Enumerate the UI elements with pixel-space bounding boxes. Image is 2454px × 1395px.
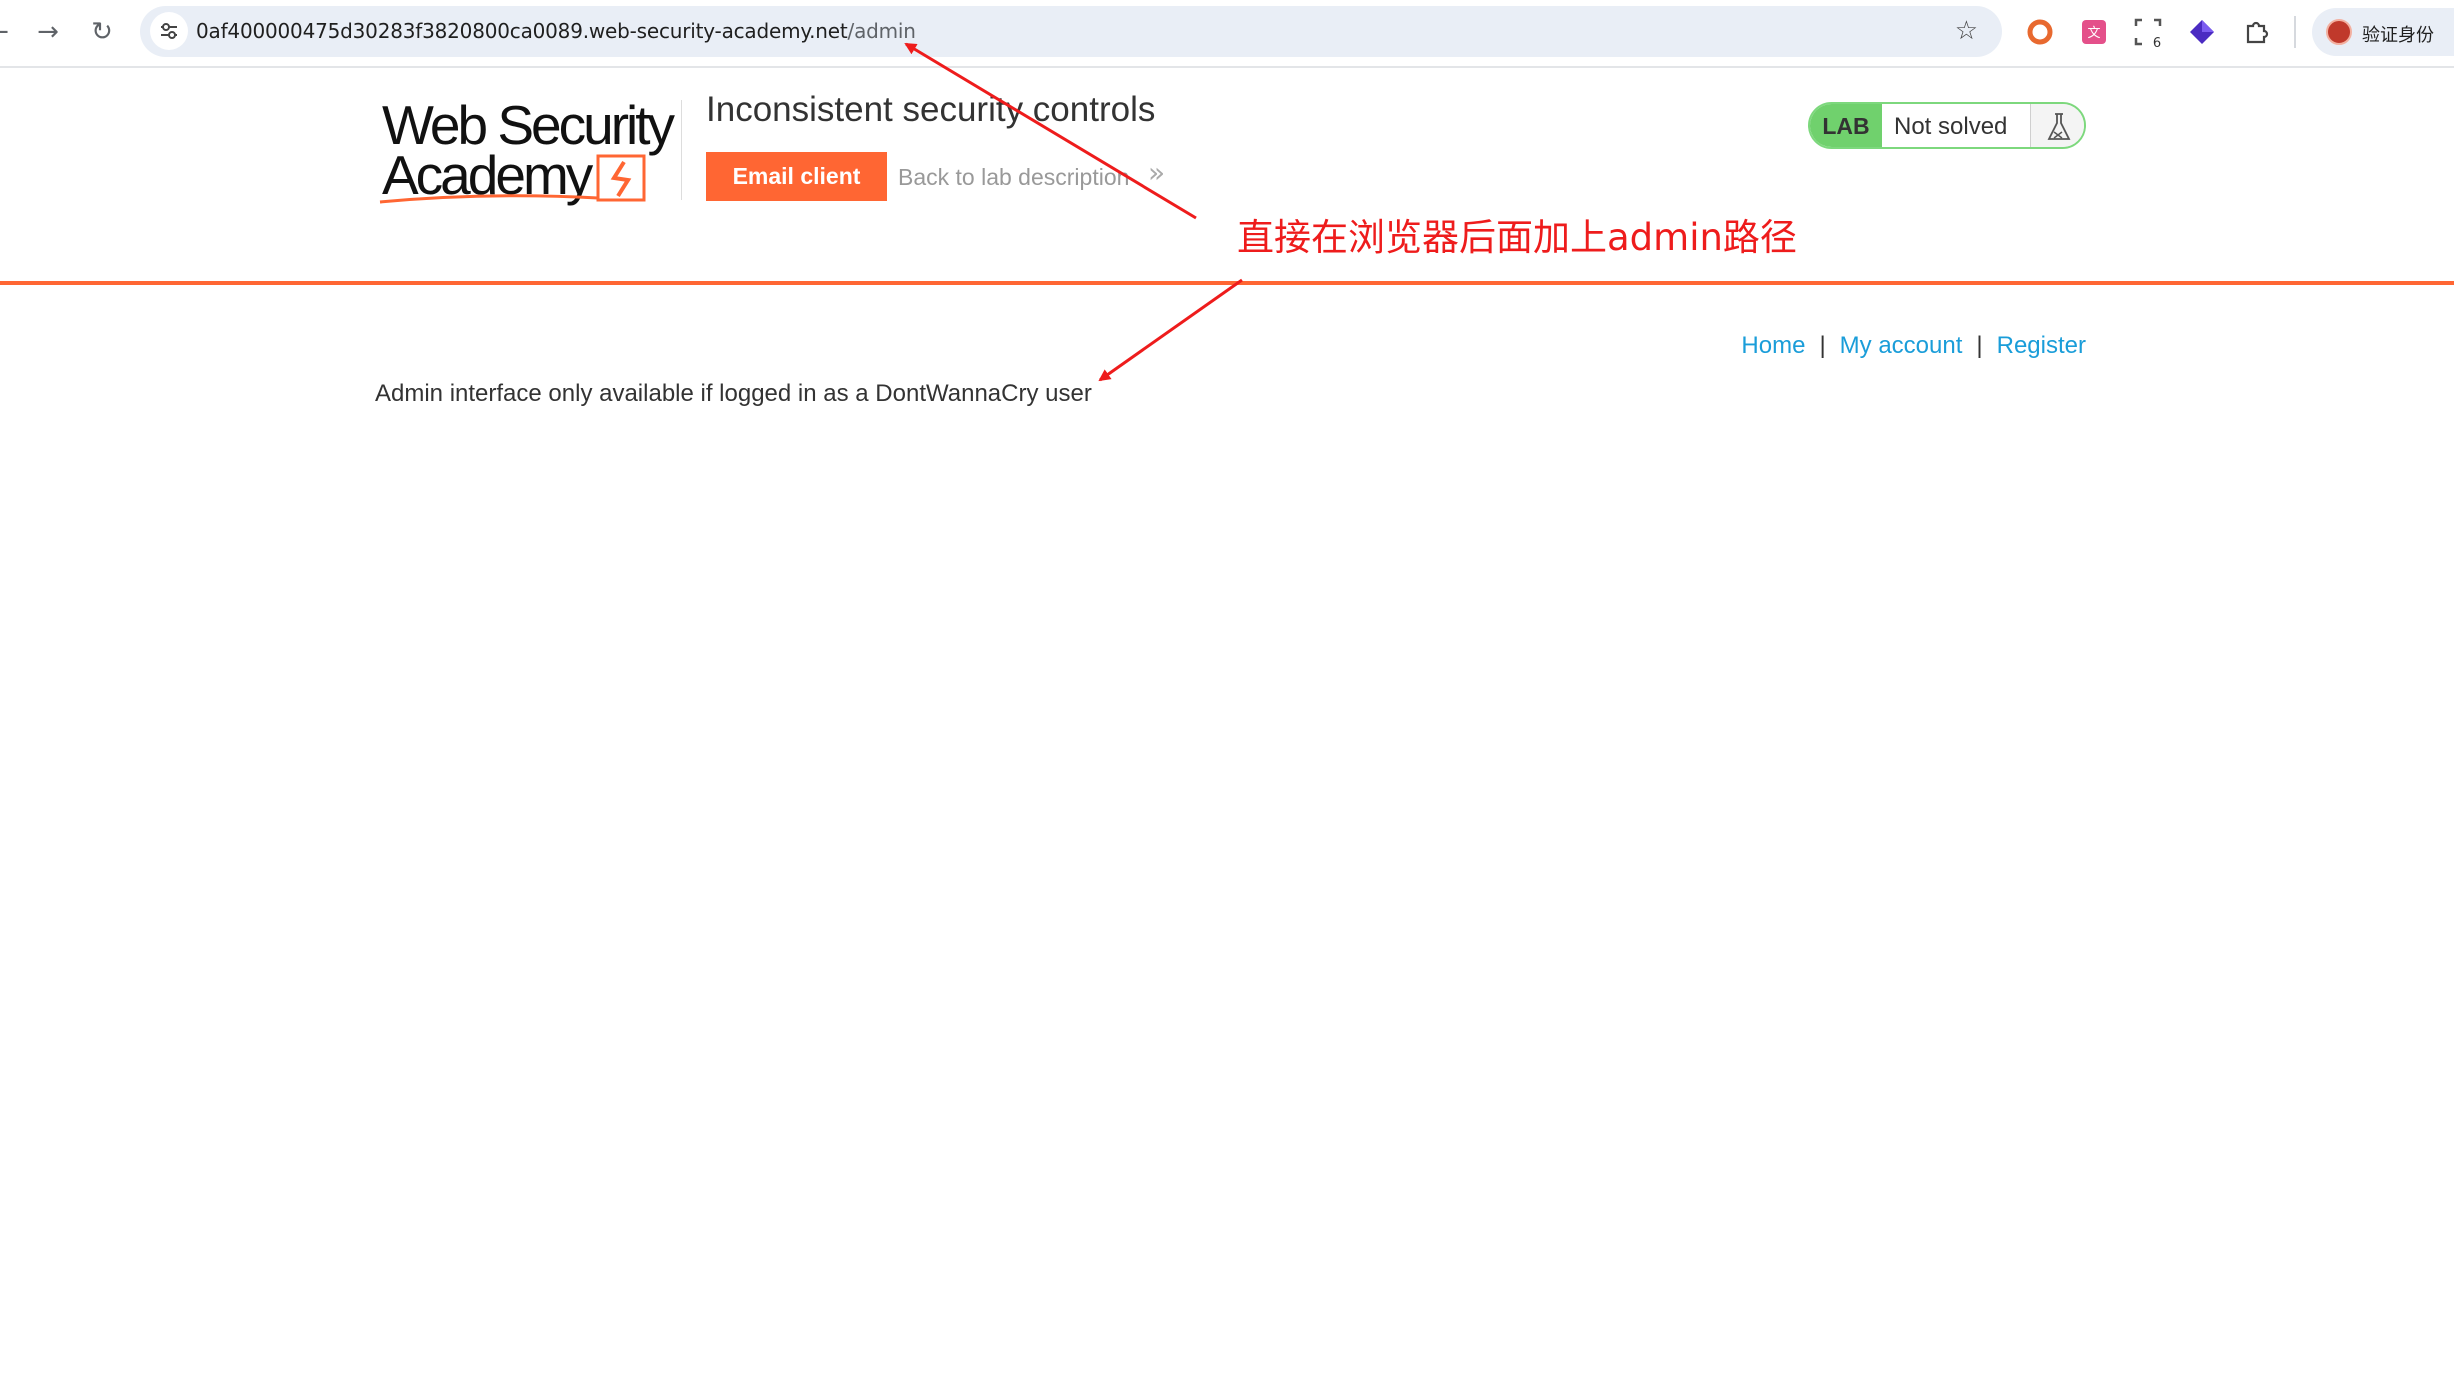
annotation-arrows — [904, 42, 1243, 382]
annotation-text: 直接在浏览器后面加上admin路径 — [1237, 216, 1797, 259]
annotation-arrow-to-message — [1098, 278, 1243, 382]
annotation-arrow-to-url — [904, 42, 1197, 220]
